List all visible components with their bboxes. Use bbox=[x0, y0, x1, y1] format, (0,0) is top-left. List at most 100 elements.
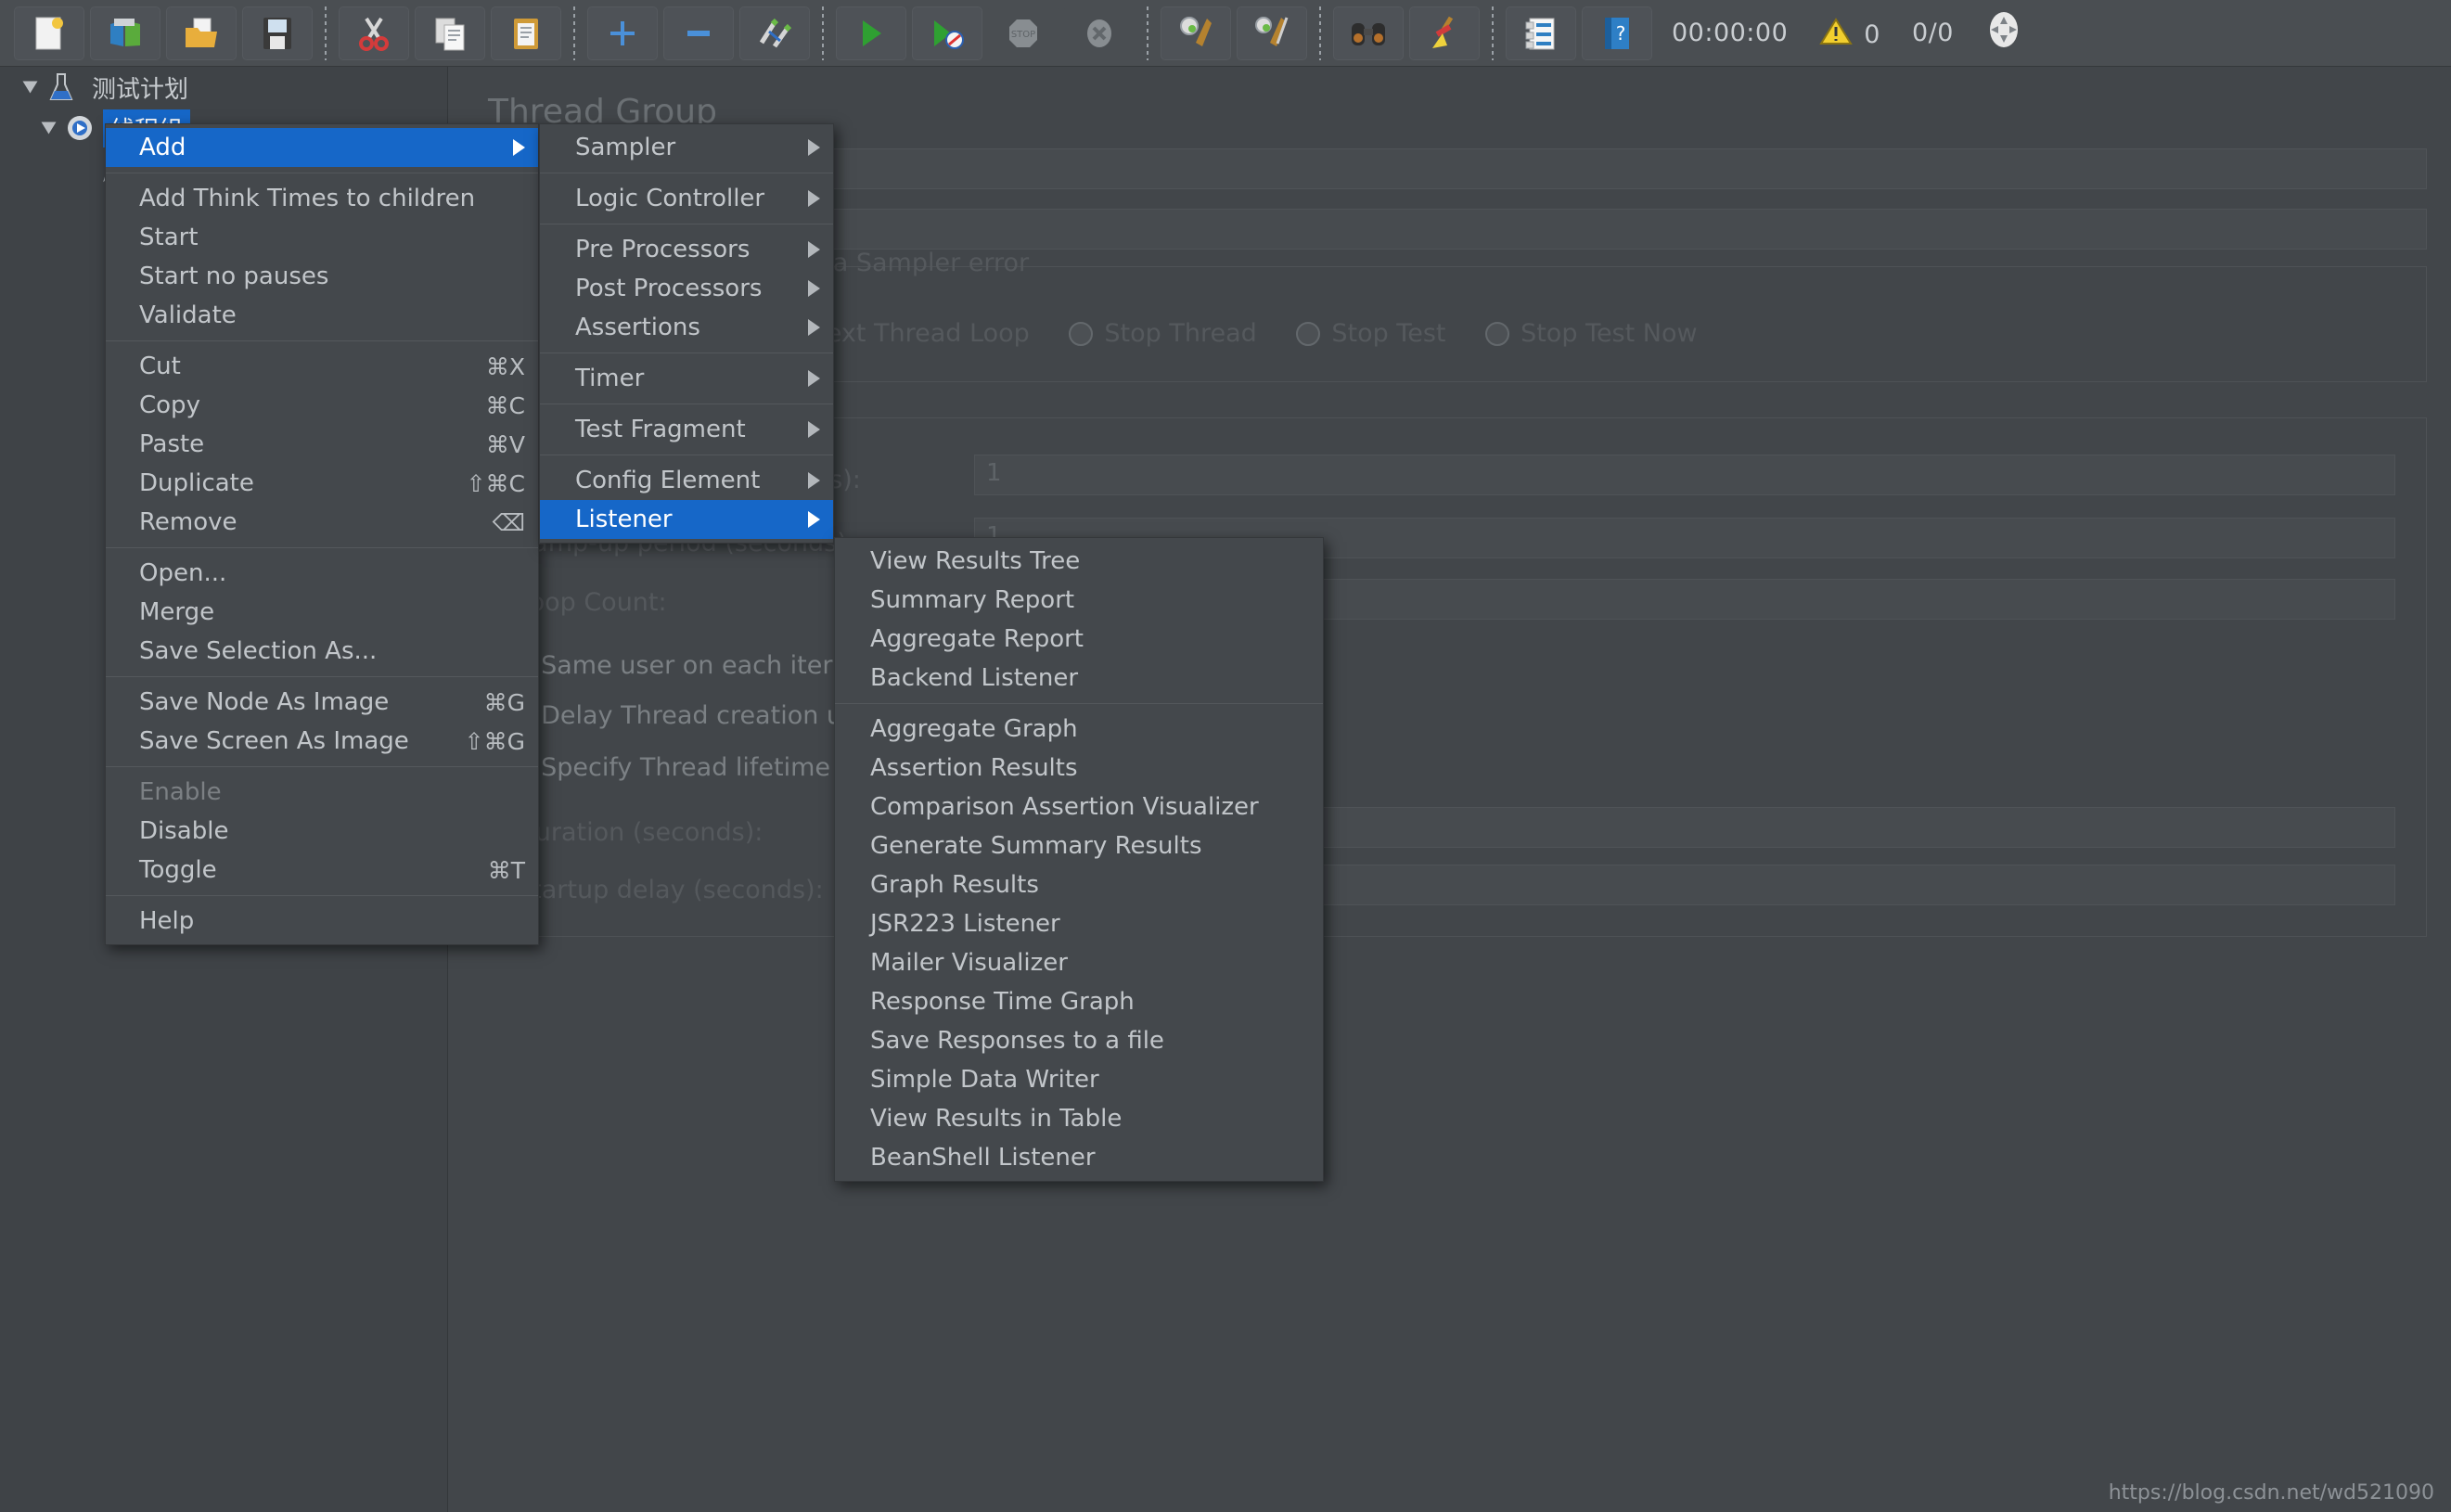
menu-item-assertions[interactable]: Assertions bbox=[540, 308, 833, 347]
radio-label: Stop Test Now bbox=[1521, 319, 1698, 348]
menu-item-save-responses-to-a-file[interactable]: Save Responses to a file bbox=[835, 1021, 1323, 1060]
chevron-expanded-icon[interactable] bbox=[41, 122, 57, 135]
menu-item-shortcut: ⌘X bbox=[485, 352, 525, 380]
menu-item-label: Toggle bbox=[139, 856, 217, 884]
menu-item-jsr223-listener[interactable]: JSR223 Listener bbox=[835, 904, 1323, 943]
menu-item-label: Cut bbox=[139, 352, 181, 380]
chevron-expanded-icon[interactable] bbox=[22, 81, 38, 94]
num-threads-input[interactable]: 1 bbox=[974, 455, 2395, 495]
collapse-all-button[interactable] bbox=[663, 6, 734, 60]
menu-item-test-fragment[interactable]: Test Fragment bbox=[540, 410, 833, 449]
loop-count-input[interactable]: 1 bbox=[1169, 579, 2395, 620]
copy-button[interactable] bbox=[415, 6, 485, 60]
menu-separator bbox=[106, 766, 538, 767]
tree-item-test-plan[interactable]: 测试计划 bbox=[0, 67, 447, 108]
menu-item-duplicate[interactable]: Duplicate ⇧⌘C bbox=[106, 464, 538, 503]
stop-button[interactable]: STOP bbox=[988, 6, 1059, 60]
start-no-pauses-button[interactable] bbox=[912, 6, 982, 60]
expand-all-button[interactable] bbox=[587, 6, 658, 60]
help-button[interactable]: ? bbox=[1582, 6, 1652, 60]
search-button[interactable] bbox=[1333, 6, 1404, 60]
chevron-right-icon bbox=[808, 511, 820, 528]
menu-item-label: Timer bbox=[575, 365, 645, 392]
clipboard-paste-icon bbox=[514, 18, 538, 49]
menu-item-sampler[interactable]: Sampler bbox=[540, 128, 833, 167]
templates-button[interactable] bbox=[90, 6, 160, 60]
menu-item-paste[interactable]: Paste ⌘V bbox=[106, 425, 538, 464]
menu-item-simple-data-writer[interactable]: Simple Data Writer bbox=[835, 1060, 1323, 1099]
paste-button[interactable] bbox=[491, 6, 561, 60]
radio-stop-test-now[interactable]: Stop Test Now bbox=[1485, 319, 1698, 348]
tree-context-menu[interactable]: Add Add Think Times to children Start St… bbox=[105, 123, 539, 945]
menu-item-help[interactable]: Help bbox=[106, 902, 538, 941]
menu-item-listener[interactable]: Listener bbox=[540, 500, 833, 539]
chevron-right-icon bbox=[808, 421, 820, 438]
menu-item-shortcut: ⌫ bbox=[492, 508, 525, 536]
menu-item-mailer-visualizer[interactable]: Mailer Visualizer bbox=[835, 943, 1323, 982]
function-helper-button[interactable] bbox=[1506, 6, 1576, 60]
menu-item-save-node-as-image[interactable]: Save Node As Image ⌘G bbox=[106, 683, 538, 722]
menu-item-cut[interactable]: Cut ⌘X bbox=[106, 347, 538, 386]
reset-search-button[interactable] bbox=[1409, 6, 1480, 60]
menu-item-shortcut: ⇧⌘G bbox=[464, 727, 525, 755]
menu-item-response-time-graph[interactable]: Response Time Graph bbox=[835, 982, 1323, 1021]
specify-thread-lifetime-checkbox[interactable]: Specify Thread lifetime bbox=[501, 753, 830, 782]
comments-input[interactable] bbox=[640, 209, 2427, 250]
menu-item-remove[interactable]: Remove ⌫ bbox=[106, 503, 538, 542]
warning-indicator[interactable]: 0 bbox=[1819, 17, 1880, 49]
shutdown-button[interactable] bbox=[1064, 6, 1135, 60]
menu-item-logic-controller[interactable]: Logic Controller bbox=[540, 179, 833, 218]
menu-item-toggle[interactable]: Toggle ⌘T bbox=[106, 851, 538, 890]
toolbar-status: 00:00:00 0 0/0 bbox=[1672, 9, 2054, 57]
menu-item-copy[interactable]: Copy ⌘C bbox=[106, 386, 538, 425]
menu-item-graph-results[interactable]: Graph Results bbox=[835, 865, 1323, 904]
menu-item-start-no-pauses[interactable]: Start no pauses bbox=[106, 257, 538, 296]
listener-submenu[interactable]: View Results Tree Summary Report Aggrega… bbox=[834, 537, 1324, 1182]
menu-item-validate[interactable]: Validate bbox=[106, 296, 538, 335]
chevron-right-icon bbox=[808, 139, 820, 156]
toolbar-separator bbox=[1319, 6, 1321, 60]
menu-item-label: Generate Summary Results bbox=[870, 832, 1202, 860]
menu-item-disable[interactable]: Disable bbox=[106, 812, 538, 851]
menu-item-open[interactable]: Open... bbox=[106, 554, 538, 593]
menu-item-view-results-in-table[interactable]: View Results in Table bbox=[835, 1099, 1323, 1138]
menu-item-timer[interactable]: Timer bbox=[540, 359, 833, 398]
menu-item-save-screen-as-image[interactable]: Save Screen As Image ⇧⌘G bbox=[106, 722, 538, 761]
name-input[interactable]: 线程组 bbox=[640, 148, 2427, 189]
menu-item-label: Aggregate Report bbox=[870, 625, 1084, 653]
save-button[interactable] bbox=[242, 6, 313, 60]
start-button[interactable] bbox=[836, 6, 906, 60]
menu-item-generate-summary-results[interactable]: Generate Summary Results bbox=[835, 826, 1323, 865]
menu-item-view-results-tree[interactable]: View Results Tree bbox=[835, 542, 1323, 581]
radio-stop-test[interactable]: Stop Test bbox=[1296, 319, 1445, 348]
menu-item-label: Copy bbox=[139, 391, 200, 419]
menu-item-beanshell-listener[interactable]: BeanShell Listener bbox=[835, 1138, 1323, 1177]
menu-item-label: Backend Listener bbox=[870, 664, 1079, 692]
menu-item-aggregate-report[interactable]: Aggregate Report bbox=[835, 620, 1323, 659]
toggle-button[interactable] bbox=[739, 6, 810, 60]
menu-item-comparison-assertion-visualizer[interactable]: Comparison Assertion Visualizer bbox=[835, 788, 1323, 826]
menu-item-summary-report[interactable]: Summary Report bbox=[835, 581, 1323, 620]
menu-item-save-selection-as[interactable]: Save Selection As... bbox=[106, 632, 538, 671]
menu-item-start[interactable]: Start bbox=[106, 218, 538, 257]
menu-item-merge[interactable]: Merge bbox=[106, 593, 538, 632]
menu-item-shortcut: ⌘T bbox=[487, 856, 525, 884]
clear-button[interactable] bbox=[1161, 6, 1231, 60]
add-submenu[interactable]: Sampler Logic Controller Pre Processors … bbox=[539, 123, 834, 544]
menu-item-label: Aggregate Graph bbox=[870, 715, 1078, 743]
open-button[interactable] bbox=[166, 6, 237, 60]
new-test-plan-button[interactable] bbox=[14, 6, 84, 60]
radio-stop-thread[interactable]: Stop Thread bbox=[1069, 319, 1257, 348]
loop-count-value: 1 bbox=[1170, 580, 2394, 615]
menu-item-add[interactable]: Add bbox=[106, 128, 538, 167]
menu-item-aggregate-graph[interactable]: Aggregate Graph bbox=[835, 710, 1323, 749]
menu-item-pre-processors[interactable]: Pre Processors bbox=[540, 230, 833, 269]
menu-item-add-think-times[interactable]: Add Think Times to children bbox=[106, 179, 538, 218]
cut-button[interactable] bbox=[339, 6, 409, 60]
jmeter-window: STOP ? 00:00:00 0 0/0 测试计划 Thread Group … bbox=[0, 0, 2451, 1512]
menu-item-backend-listener[interactable]: Backend Listener bbox=[835, 659, 1323, 698]
menu-item-post-processors[interactable]: Post Processors bbox=[540, 269, 833, 308]
clear-all-button[interactable] bbox=[1237, 6, 1307, 60]
menu-item-assertion-results[interactable]: Assertion Results bbox=[835, 749, 1323, 788]
menu-item-config-element[interactable]: Config Element bbox=[540, 461, 833, 500]
